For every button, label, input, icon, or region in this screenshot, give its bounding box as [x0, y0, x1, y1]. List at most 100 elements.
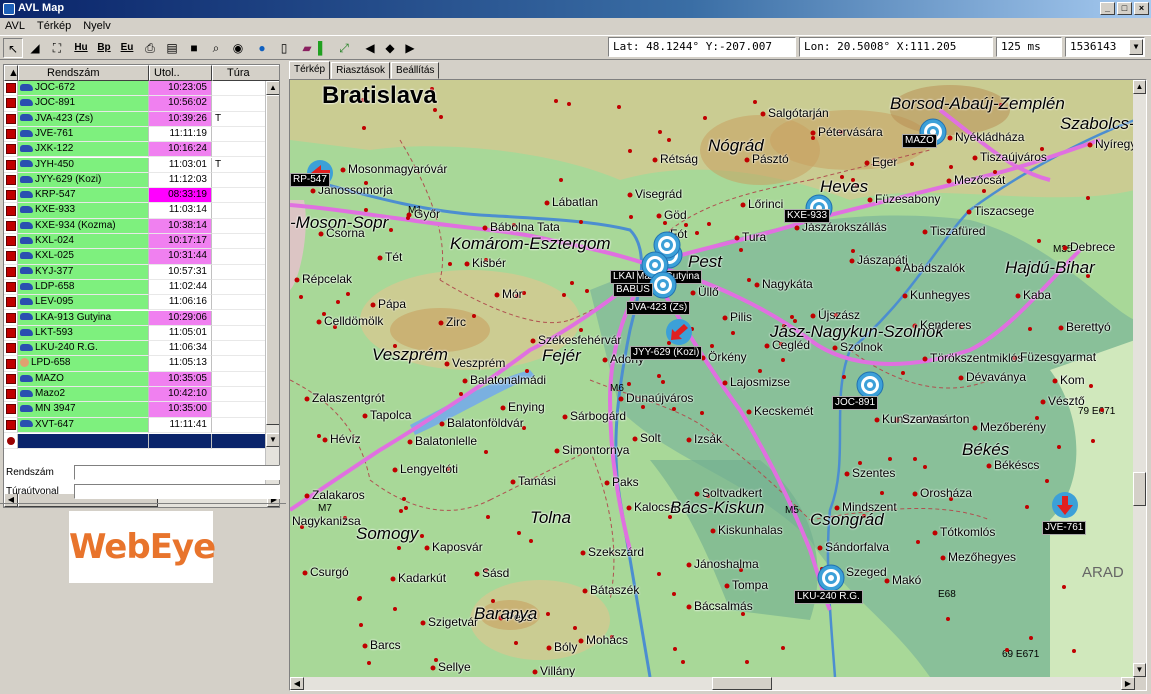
- table-row[interactable]: KXL-025 10:31:44: [4, 249, 269, 265]
- arrow-left-icon[interactable]: ◀: [360, 38, 380, 58]
- table-row[interactable]: KRP-547 08:33:19: [4, 188, 269, 204]
- sort-icon[interactable]: ▲: [4, 65, 18, 81]
- hu-view-button[interactable]: Hu: [71, 38, 91, 58]
- chevron-down-icon[interactable]: ▼: [1129, 39, 1143, 55]
- zoom-icon[interactable]: ⌕: [206, 38, 226, 58]
- arrow-right-icon[interactable]: ▶: [400, 38, 420, 58]
- col-utolso[interactable]: Utol..: [149, 65, 212, 81]
- table-row[interactable]: MAZO 10:35:05: [4, 371, 269, 387]
- table-row[interactable]: JVE-761 11:11:19: [4, 126, 269, 143]
- vehicle-direction-arrow-icon[interactable]: [664, 317, 694, 347]
- table-row[interactable]: LPD-658 11:05:13: [4, 356, 269, 372]
- village-dot: [397, 546, 401, 550]
- map-hscroll-thumb[interactable]: [712, 677, 772, 690]
- maximize-button[interactable]: □: [1117, 2, 1132, 15]
- scroll-down-icon[interactable]: ▼: [266, 433, 279, 447]
- grid-selected-row[interactable]: [4, 434, 269, 450]
- town-dot: [370, 302, 376, 308]
- grid-vertical-scrollbar[interactable]: ▲ ▼: [265, 81, 279, 495]
- col-rendszam[interactable]: Rendszám: [18, 65, 149, 81]
- turaut-input[interactable]: [74, 484, 280, 499]
- route-icon[interactable]: ⤢: [334, 38, 354, 58]
- table-row[interactable]: LKA-913 Gutyina 10:29:06: [4, 310, 269, 326]
- close-button[interactable]: ×: [1134, 2, 1149, 15]
- menu-terkep[interactable]: Térkép: [37, 18, 71, 34]
- menu-avl[interactable]: AVL: [5, 18, 25, 34]
- col-tura[interactable]: Túra: [212, 65, 279, 81]
- car-icon: [20, 389, 33, 397]
- town-dot: [656, 213, 662, 219]
- zoom-region-icon[interactable]: ◢: [25, 38, 45, 58]
- scroll-thumb[interactable]: [266, 95, 279, 425]
- map-scroll-down-icon[interactable]: ▼: [1133, 663, 1146, 677]
- vehicle-label[interactable]: BABUS: [613, 283, 653, 297]
- tura-cell: [212, 387, 269, 403]
- tab-terkep[interactable]: Térkép: [289, 61, 331, 80]
- table-row[interactable]: JXK-122 10:16:24: [4, 142, 269, 158]
- print-preview-icon[interactable]: ▤: [162, 38, 182, 58]
- table-row[interactable]: KXE-934 (Kozma) 10:38:14: [4, 218, 269, 234]
- save-icon[interactable]: ■: [184, 38, 204, 58]
- map-place-label: Tolna: [530, 508, 571, 527]
- table-row[interactable]: LKT-593 11:05:01: [4, 325, 269, 342]
- bp-view-button[interactable]: Bp: [94, 38, 114, 58]
- map-scroll-left-icon[interactable]: ◀: [290, 677, 304, 690]
- map-place-label: Zirc: [446, 315, 466, 329]
- vehicle-label[interactable]: MAZO: [902, 134, 937, 148]
- map-scroll-right-icon[interactable]: ▶: [1121, 677, 1135, 690]
- vehicle-label[interactable]: JYY-629 (Kozi): [630, 346, 703, 360]
- scroll-up-icon[interactable]: ▲: [266, 81, 279, 95]
- vehicle-label[interactable]: JVE-761: [1042, 521, 1087, 535]
- vehicle-label[interactable]: JVA-423 (Zs): [626, 301, 691, 315]
- plate-cell: LKA-913 Gutyina: [35, 311, 112, 323]
- vehicle-label[interactable]: LKU-240 R.G.: [794, 590, 863, 604]
- table-row[interactable]: KXL-024 10:17:17: [4, 234, 269, 250]
- table-row[interactable]: KXE-933 11:03:14: [4, 203, 269, 219]
- id-combobox[interactable]: 1536143 ▼: [1065, 37, 1145, 57]
- document-icon[interactable]: ▯: [274, 38, 294, 58]
- arrow-both-icon[interactable]: ◆: [380, 38, 400, 58]
- table-row[interactable]: LEV-095 11:06:16: [4, 295, 269, 311]
- map-horizontal-scrollbar[interactable]: ◀ ▶: [290, 677, 1135, 690]
- vehicle-direction-arrow-icon[interactable]: [1050, 490, 1080, 520]
- village-dot: [1029, 636, 1033, 640]
- target-icon[interactable]: ◉: [228, 38, 248, 58]
- table-row[interactable]: Mazo2 10:42:10: [4, 387, 269, 403]
- vehicle-label[interactable]: RP-547: [290, 173, 330, 187]
- eu-view-button[interactable]: Eu: [117, 38, 137, 58]
- vehicle-target-icon[interactable]: [816, 563, 846, 593]
- table-row[interactable]: LDP-658 11:02:44: [4, 279, 269, 296]
- table-row[interactable]: JOC-672 10:23:05: [4, 81, 269, 97]
- village-dot: [703, 116, 707, 120]
- map-scroll-up-icon[interactable]: ▲: [1133, 80, 1146, 94]
- tab-beallitas[interactable]: Beállítás: [391, 62, 440, 79]
- status-flag-icon: [4, 81, 18, 97]
- vehicle-label[interactable]: JOC-891: [832, 396, 879, 410]
- rendszam-input[interactable]: [74, 465, 280, 480]
- pointer-tool-icon[interactable]: ↖: [3, 38, 23, 58]
- fit-extent-icon[interactable]: ⛶: [47, 38, 67, 58]
- map-place-label: Zalakaros: [312, 488, 365, 502]
- map-view[interactable]: M1 M35 M5 M6 M7 E68 79 E671 69 E671 Brat…: [289, 79, 1147, 691]
- vehicle-label[interactable]: KXE-933: [784, 209, 831, 223]
- last-time-cell: 10:39:26: [149, 111, 212, 127]
- table-row[interactable]: MN 3947 10:35:00: [4, 402, 269, 418]
- vehicle-label[interactable]: LKAI: [610, 270, 638, 284]
- minimize-button[interactable]: _: [1100, 2, 1115, 15]
- map-vertical-scrollbar[interactable]: ▲ ▼: [1133, 80, 1146, 677]
- tab-riasztasok[interactable]: Riasztások: [331, 62, 391, 79]
- globe-icon[interactable]: ●: [252, 38, 272, 58]
- menu-nyelv[interactable]: Nyelv: [83, 18, 111, 34]
- print-icon[interactable]: ⎙: [140, 38, 160, 58]
- map-vscroll-thumb[interactable]: [1133, 472, 1146, 506]
- longitude-readout: Lon: 20.5008° X:111.205: [799, 37, 993, 57]
- table-row[interactable]: JVA-423 (Zs) 10:39:26 T: [4, 111, 269, 127]
- table-row[interactable]: JYY-629 (Kozi) 11:12:03: [4, 172, 269, 189]
- table-row[interactable]: JOC-891 10:56:02: [4, 96, 269, 112]
- table-row[interactable]: KYJ-377 10:57:31: [4, 264, 269, 280]
- table-row[interactable]: JYH-450 11:03:01 T: [4, 157, 269, 173]
- book-icon[interactable]: ▰: [297, 38, 317, 58]
- table-row[interactable]: XVT-647 11:11:41: [4, 417, 269, 433]
- table-row[interactable]: LKU-240 R.G. 11:06:34: [4, 341, 269, 357]
- town-dot: [972, 155, 978, 161]
